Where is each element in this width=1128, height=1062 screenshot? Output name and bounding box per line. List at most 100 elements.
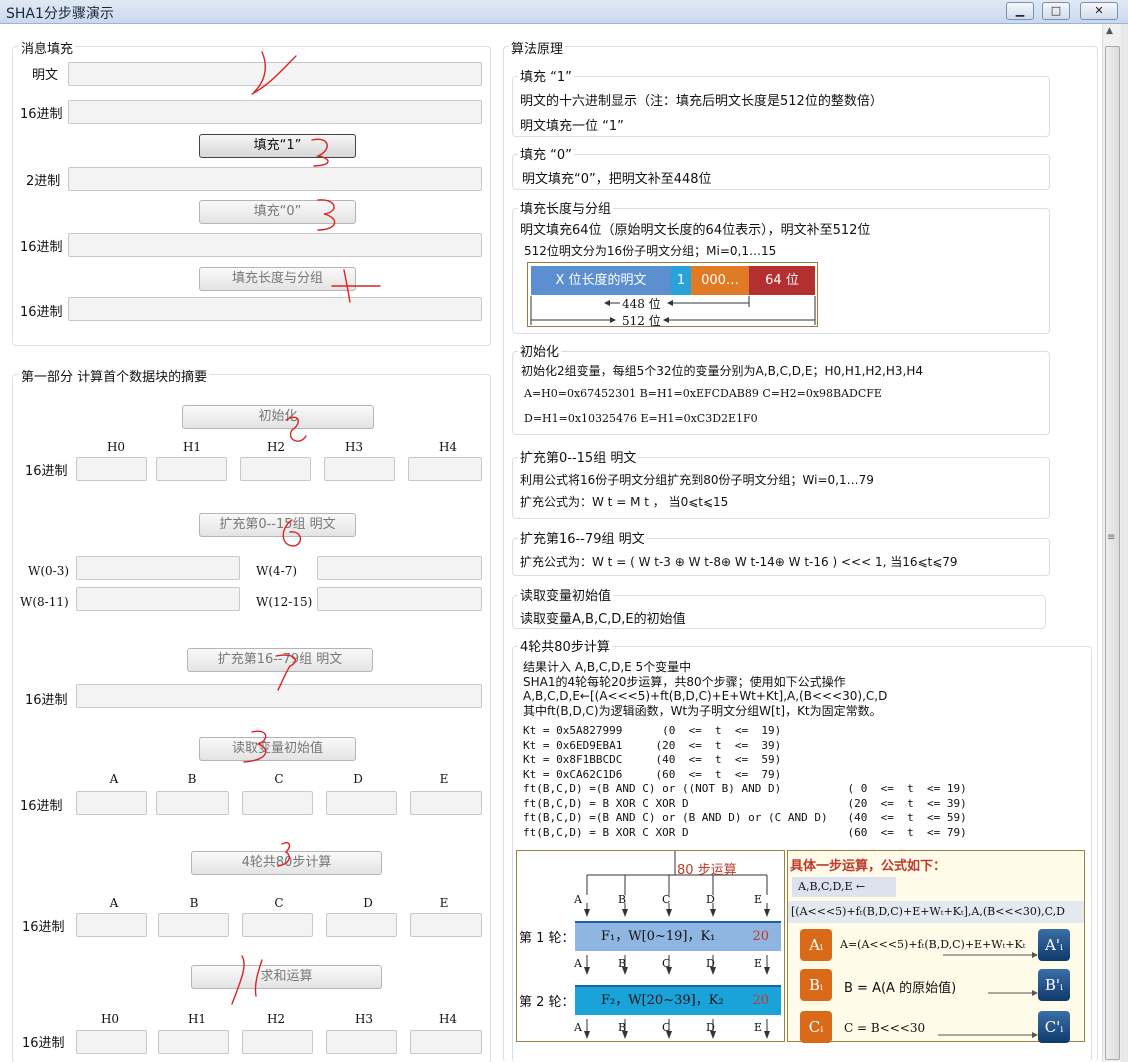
h2-field[interactable] <box>240 457 311 481</box>
d-field-1[interactable] <box>326 791 397 815</box>
expand1-line-2: 扩充公式为：W t = M t ， 当0⩽t⩽15 <box>520 495 729 509</box>
close-button[interactable]: ✕ <box>1080 2 1118 20</box>
plaintext-input[interactable] <box>68 62 482 86</box>
hex-label-2: 16进制 <box>20 240 63 255</box>
col-h3-2: H3 <box>354 1012 374 1026</box>
step-arrows <box>938 952 1038 1038</box>
round-2-count: 20 <box>752 993 769 1008</box>
read-line-1: 读取变量A,B,C,D,E的初始值 <box>520 612 686 627</box>
binary-output[interactable] <box>68 167 482 191</box>
col-a-1: A <box>109 772 119 786</box>
sum-h2-field[interactable] <box>242 1030 313 1054</box>
round-1-bar: F₁，W[0~19]，K₁ 20 <box>575 921 781 951</box>
h1-field[interactable] <box>156 457 227 481</box>
block-layout-diagram: X 位长度的明文 1 000… 64 位 448 位 512 位 <box>527 262 818 328</box>
rounds-button[interactable]: 4轮共80步计算 <box>191 851 382 875</box>
round-2-bar: F₂，W[20~39]，K₂ 20 <box>575 985 781 1015</box>
w12-15-label: W(12-15) <box>256 595 313 609</box>
in-a-1: A <box>574 893 582 906</box>
hex-label-3: 16进制 <box>20 305 63 320</box>
in-e-1: E <box>754 893 763 906</box>
abc-hex-label-2: 16进制 <box>22 920 65 935</box>
in-c-2: C <box>662 957 671 970</box>
col-c-2: C <box>274 896 284 910</box>
rounds-diagram: 80 步运算 A B C D E 第 1 轮： F₁，W[0~19]，K₁ 20… <box>516 850 785 1042</box>
in-b-2: B <box>618 957 627 970</box>
w0-3-field[interactable] <box>76 556 240 580</box>
expand2-title: 扩充第16--79组 明文 <box>518 528 647 547</box>
w4-7-field[interactable] <box>317 556 482 580</box>
col-h4: H4 <box>438 440 458 454</box>
window-edge <box>1121 24 1128 1062</box>
col-b-2: B <box>189 896 199 910</box>
scroll-up-icon[interactable]: ▲ <box>1106 26 1113 36</box>
c-field-2[interactable] <box>242 913 313 937</box>
minimize-button[interactable]: ▁ <box>1006 2 1034 20</box>
e-field-2[interactable] <box>410 913 482 937</box>
expand1-title: 扩充第0--15组 明文 <box>518 447 639 466</box>
d-field-2[interactable] <box>326 913 397 937</box>
w8-11-field[interactable] <box>76 587 240 611</box>
single-step-diagram: 具体一步运算，公式如下： A,B,C,D,E ← [(A<<<5)+fₜ(B,D… <box>787 850 1085 1043</box>
expand-0-15-button[interactable]: 扩充第0--15组 明文 <box>199 513 356 537</box>
abc-hex-label-1: 16进制 <box>20 799 63 814</box>
padding-group-title: 消息填充 <box>19 38 76 57</box>
init-title: 初始化 <box>518 341 562 360</box>
b-field-2[interactable] <box>158 913 229 937</box>
in-e-2: E <box>754 957 763 970</box>
pad-length-button[interactable]: 填充长度与分组 <box>199 267 356 291</box>
w4-7-label: W(4-7) <box>256 564 298 578</box>
hex-output-2[interactable] <box>68 233 482 257</box>
h0-field[interactable] <box>76 457 147 481</box>
scroll-thumb[interactable] <box>1105 46 1120 1060</box>
plaintext-label: 明文 <box>32 68 59 83</box>
pad-length-line-1: 明文填充64位（原始明文长度的64位表示），明文补至512位 <box>520 223 871 238</box>
label-512: 512 位 <box>622 314 661 328</box>
col-d-1: D <box>353 772 363 786</box>
pad1-line-2: 明文填充一位 “1” <box>520 119 624 134</box>
init-line-2: A=H0=0x67452301 B=H1=0xEFCDAB89 C=H2=0x9… <box>524 387 882 400</box>
sum-h0-field[interactable] <box>76 1030 147 1054</box>
col-h0: H0 <box>106 440 126 454</box>
e-field-1[interactable] <box>410 791 482 815</box>
vertical-scrollbar[interactable]: ▲ ≡ <box>1102 24 1121 1062</box>
pad1-title: 填充 “1” <box>518 66 574 85</box>
in-d-2: D <box>706 957 715 970</box>
pad-one-button[interactable]: 填充“1” <box>199 134 356 158</box>
in-b-1: B <box>618 893 627 906</box>
in-c-3: C <box>662 1021 671 1034</box>
sum-h1-field[interactable] <box>158 1030 229 1054</box>
a-field-2[interactable] <box>76 913 147 937</box>
b-field-1[interactable] <box>156 791 229 815</box>
col-e-1: E <box>439 772 449 786</box>
maximize-button[interactable]: □ <box>1042 2 1070 20</box>
sum-h3-field[interactable] <box>326 1030 397 1054</box>
w-hex-field[interactable] <box>76 684 482 708</box>
hex-output-3[interactable] <box>68 297 482 321</box>
pad-zero-button[interactable]: 填充“0” <box>199 200 356 224</box>
hex-output-1[interactable] <box>68 100 482 124</box>
sum-hex-label: 16进制 <box>22 1036 65 1051</box>
c-field-1[interactable] <box>242 791 313 815</box>
pad-length-line-2: 512位明文分为16份子明文分组；Mi=0,1…15 <box>524 244 777 258</box>
sum-h4-field[interactable] <box>410 1030 482 1054</box>
a-field-1[interactable] <box>76 791 147 815</box>
expand2-line-1: 扩充公式为：W t = ( W t-3 ⊕ W t-8⊕ W t-14⊕ W t… <box>520 555 958 569</box>
col-a-2: A <box>109 896 119 910</box>
w0-3-label: W(0-3) <box>28 564 70 578</box>
init-button[interactable]: 初始化 <box>182 405 374 429</box>
expand-16-79-button[interactable]: 扩充第16--79组 明文 <box>187 648 373 672</box>
h4-field[interactable] <box>408 457 482 481</box>
col-e-2: E <box>439 896 449 910</box>
w8-11-label: W(8-11) <box>20 595 69 609</box>
in-e-3: E <box>754 1021 763 1034</box>
pad-length-title: 填充长度与分组 <box>518 198 614 217</box>
title-bar: SHA1分步骤演示 ▁ □ ✕ <box>0 0 1128 24</box>
round-1-label: 第 1 轮： <box>519 931 575 946</box>
read-initial-button[interactable]: 读取变量初始值 <box>199 737 356 761</box>
h3-field[interactable] <box>324 457 395 481</box>
col-h1: H1 <box>182 440 202 454</box>
pad0-line-1: 明文填充“0”，把明文补至448位 <box>522 172 712 187</box>
w12-15-field[interactable] <box>317 587 482 611</box>
sum-button[interactable]: 求和运算 <box>191 965 382 989</box>
